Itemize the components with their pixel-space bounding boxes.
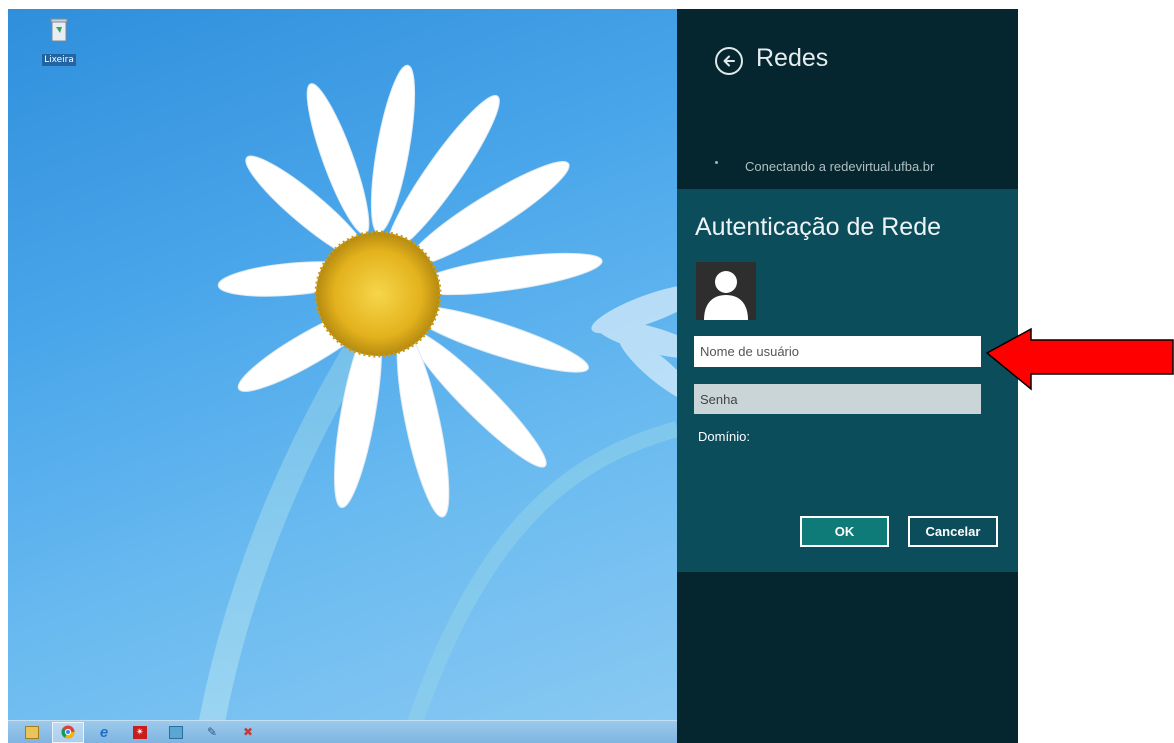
file-explorer-icon — [25, 725, 39, 739]
arrow-left-icon — [723, 55, 735, 67]
connection-status: Conectando a redevirtual.ufba.br — [745, 159, 935, 174]
network-icon: ✖ — [242, 725, 254, 739]
desktop-icon-label: Lixeira — [42, 54, 76, 66]
taskbar-item-acrobat[interactable]: ✴ — [124, 722, 156, 743]
taskbar-item-network[interactable]: ✖ — [232, 722, 264, 743]
charm-header: Redes Conectando a redevirtual.ufba.br — [677, 9, 1018, 189]
internet-explorer-icon: e — [99, 723, 109, 741]
username-input[interactable] — [694, 336, 981, 367]
desktop-icon-recycle-bin[interactable]: Lixeira — [32, 16, 86, 67]
taskbar-item-internet-explorer[interactable]: e — [88, 722, 120, 743]
recycle-bin-icon — [50, 18, 68, 42]
taskbar-item-file-explorer[interactable] — [16, 722, 48, 743]
auth-title: Autenticação de Rede — [695, 213, 942, 241]
red-arrow-annotation — [985, 327, 1174, 391]
taskbar-item-paint[interactable]: ✎ — [196, 722, 228, 743]
user-avatar — [696, 262, 756, 320]
charm-title: Redes — [756, 44, 829, 72]
domain-label: Domínio: — [698, 429, 751, 444]
monitor-icon — [169, 725, 183, 739]
paint-icon: ✎ — [206, 725, 218, 739]
back-button[interactable] — [715, 47, 743, 75]
user-silhouette-icon — [704, 271, 748, 320]
network-auth-card: Autenticação de Rede Domínio: OK Cancela… — [677, 189, 1018, 572]
chrome-icon — [61, 725, 75, 739]
daisy-wallpaper — [195, 64, 677, 743]
status-bullet — [715, 161, 718, 164]
desktop: Lixeira e ✴ ✎ ✖ — [8, 9, 677, 743]
cancel-button[interactable]: Cancelar — [908, 516, 998, 547]
password-input[interactable] — [694, 384, 981, 414]
taskbar: e ✴ ✎ ✖ — [8, 720, 677, 743]
taskbar-item-monitor[interactable] — [160, 722, 192, 743]
acrobat-reader-icon: ✴ — [133, 725, 147, 739]
taskbar-item-chrome[interactable] — [52, 721, 84, 743]
ok-button[interactable]: OK — [800, 516, 889, 547]
network-charm-panel: Redes Conectando a redevirtual.ufba.br A… — [677, 9, 1018, 743]
